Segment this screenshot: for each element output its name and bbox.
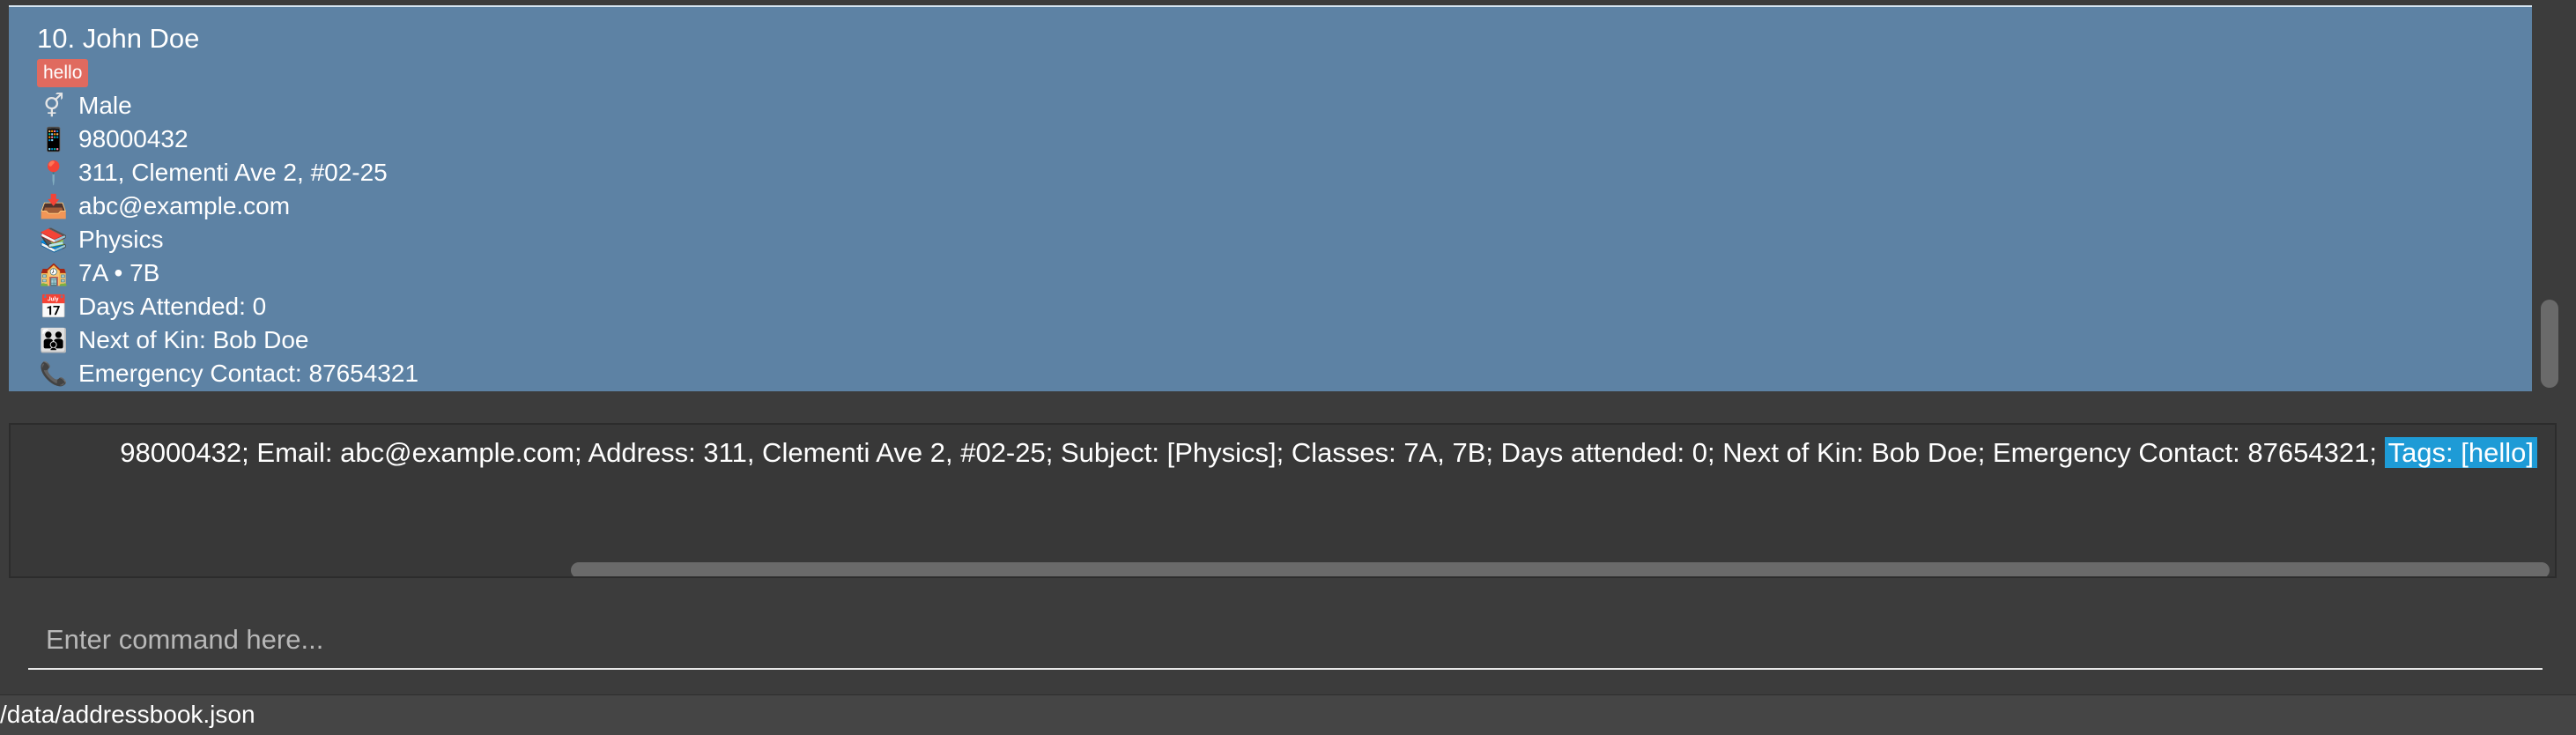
result-message: 98000432; Email: abc@example.com; Addres… [120, 437, 2377, 468]
detail-row: 👪 Next of Kin: Bob Doe [37, 324, 309, 356]
app-window: 10. John Doe hello ⚥ Male 📱 98000432 📍 311, C… [0, 0, 2576, 735]
result-horizontal-scrollbar[interactable] [571, 562, 2550, 576]
detail-row: 📅 Days Attended: 0 [37, 291, 266, 323]
detail-value: 7A • 7B [78, 259, 160, 286]
selected-text-highlight: Tags: [hello] [2384, 437, 2537, 468]
result-display-panel: 98000432; Email: abc@example.com; Addres… [0, 412, 2576, 585]
detail-row: 📍 311, Clementi Ave 2, #02-25 [37, 157, 388, 189]
detail-value: Physics [78, 226, 164, 253]
tag-label: hello [37, 59, 89, 87]
command-input[interactable] [28, 612, 2543, 670]
telephone-icon: 📞 [39, 360, 69, 387]
person-list-panel[interactable]: 10. John Doe hello ⚥ Male 📱 98000432 📍 311, C… [0, 0, 2576, 398]
detail-value: abc@example.com [78, 192, 291, 219]
inbox-icon: 📥 [39, 193, 69, 219]
result-display-box[interactable]: 98000432; Email: abc@example.com; Addres… [9, 423, 2557, 578]
list-scrollbar-thumb[interactable] [2541, 300, 2558, 388]
status-bar-footer: /data/addressbook.json [0, 694, 2576, 735]
command-box-panel [0, 589, 2576, 694]
detail-row: 🏫 7A • 7B [37, 257, 160, 289]
save-location-path: /data/addressbook.json [0, 701, 255, 728]
detail-row: 📞 Emergency Contact: 87654321 [37, 358, 418, 390]
detail-row: 📥 abc@example.com [37, 190, 290, 222]
school-icon: 🏫 [39, 260, 69, 286]
person-card-selected[interactable]: 10. John Doe hello ⚥ Male 📱 98000432 📍 311, C… [9, 5, 2532, 391]
detail-row: 📱 98000432 [37, 123, 189, 155]
detail-value: 98000432 [78, 125, 189, 152]
detail-value: 311, Clementi Ave 2, #02-25 [78, 159, 388, 186]
books-icon: 📚 [39, 226, 69, 253]
calendar-icon: 📅 [39, 293, 69, 320]
person-name: 10. John Doe [37, 23, 200, 54]
family-icon: 👪 [39, 327, 69, 353]
detail-row: 📚 Physics [37, 224, 164, 256]
location-pin-icon: 📍 [39, 160, 69, 186]
detail-value: Emergency Contact: 87654321 [78, 360, 419, 387]
detail-value: Male [78, 92, 132, 119]
detail-value: Next of Kin: Bob Doe [78, 326, 309, 353]
gender-icon: ⚥ [43, 93, 64, 119]
detail-row: ⚥ Male [37, 90, 132, 122]
mobile-phone-icon: 📱 [39, 126, 69, 152]
detail-value: Days Attended: 0 [78, 293, 267, 320]
result-text: 98000432; Email: abc@example.com; Addres… [11, 437, 2555, 469]
